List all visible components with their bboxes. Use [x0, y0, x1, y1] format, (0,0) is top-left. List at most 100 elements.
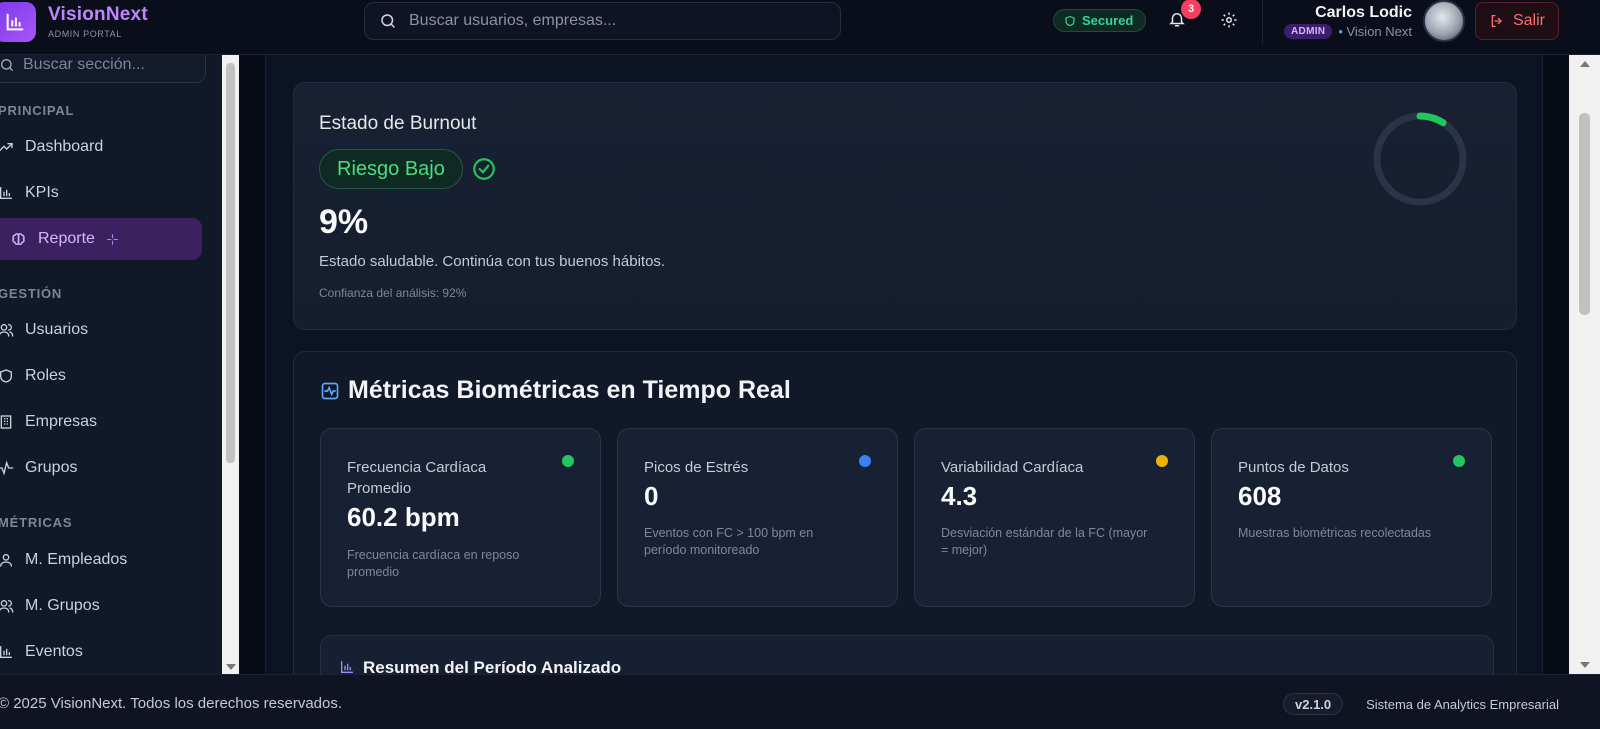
sidebar: PRINCIPAL Dashboard KPIs Reporte GESTIÓN… [0, 55, 222, 674]
sidebar-item-label: Roles [25, 367, 66, 384]
check-circle-icon [473, 158, 495, 180]
sidebar-item-m-empleados[interactable]: M. Empleados [0, 539, 206, 581]
version-badge: v2.1.0 [1283, 693, 1344, 715]
sidebar-item-label: M. Grupos [25, 597, 100, 614]
global-search-input[interactable] [409, 12, 809, 30]
status-dot [1156, 455, 1168, 467]
sidebar-item-dashboard[interactable]: Dashboard [0, 126, 206, 168]
role-badge: ADMIN [1284, 24, 1333, 39]
main-content: Estado de Burnout Riesgo Bajo 9% Estado … [239, 55, 1569, 674]
sidebar-item-m-grupos[interactable]: M. Grupos [0, 585, 206, 627]
sidebar-item-label: Dashboard [25, 138, 104, 155]
brand-subtitle: ADMIN PORTAL [48, 29, 122, 39]
building-icon [0, 415, 12, 429]
logout-button[interactable]: Salir [1475, 2, 1559, 40]
metric-label: Frecuencia Cardíaca Promedio [347, 459, 487, 497]
search-icon [381, 14, 395, 28]
main-scrollbar-thumb[interactable] [1579, 113, 1590, 315]
burnout-card: Estado de Burnout Riesgo Bajo 9% Estado … [293, 82, 1517, 330]
biometrics-card: Métricas Biométricas en Tiempo Real Frec… [293, 351, 1517, 674]
metric-value: 608 [1238, 481, 1282, 511]
bar-chart-icon [6, 13, 24, 31]
sparkles-icon [107, 233, 118, 245]
sidebar-search[interactable] [0, 55, 206, 83]
global-search[interactable] [364, 2, 841, 40]
metric-label: Puntos de Datos [1238, 459, 1349, 476]
burnout-percent: 9% [319, 203, 369, 241]
burnout-confidence: Confianza del análisis: 92% [319, 286, 467, 300]
user-icon [0, 554, 12, 567]
metric-card-stress-peaks: Picos de Estrés 0 Eventos con FC > 100 b… [617, 428, 898, 607]
sidebar-item-label: Empresas [25, 413, 98, 430]
avatar[interactable] [1423, 0, 1465, 42]
metric-note: Eventos con FC > 100 bpm en período moni… [644, 526, 814, 557]
users-icon [0, 324, 14, 337]
scroll-up-arrow[interactable] [1580, 61, 1590, 67]
sidebar-scrollbar[interactable] [222, 55, 239, 674]
footer: © 2025 VisionNext. Todos los derechos re… [0, 674, 1600, 729]
logo[interactable] [0, 2, 36, 42]
metric-note: Frecuencia cardíaca en reposo promedio [347, 548, 520, 579]
metric-card-heart-rate: Frecuencia Cardíaca Promedio 60.2 bpm Fr… [320, 428, 601, 607]
period-summary-card: Resumen del Período Analizado [320, 635, 1494, 674]
brand-name: VisionNext [48, 4, 148, 25]
search-icon [1, 58, 13, 71]
copyright-text: © 2025 VisionNext. Todos los derechos re… [0, 695, 343, 712]
shield-icon [0, 369, 12, 383]
sidebar-item-label: Usuarios [25, 321, 89, 338]
brain-icon [12, 232, 25, 245]
scroll-down-arrow[interactable] [226, 664, 236, 670]
status-dot [859, 455, 871, 467]
sidebar-item-label: Eventos [25, 643, 83, 660]
settings-button[interactable] [1220, 11, 1238, 34]
sidebar-item-kpis[interactable]: KPIs [0, 172, 206, 214]
system-name: Sistema de Analytics Empresarial [1366, 697, 1559, 712]
sidebar-item-label: KPIs [25, 184, 59, 201]
user-name: Carlos Lodic [1315, 4, 1412, 21]
burnout-progress-ring [1373, 112, 1467, 206]
sidebar-item-eventos[interactable]: Eventos [0, 631, 206, 673]
users-icon [0, 600, 14, 613]
sidebar-item-reporte[interactable]: Reporte [0, 218, 202, 260]
risk-badge: Riesgo Bajo [319, 149, 463, 189]
metric-note: Muestras biométricas recolectadas [1238, 526, 1432, 540]
section-label-metricas: MÉTRICAS [0, 515, 73, 530]
bar-chart-icon [341, 661, 353, 673]
sidebar-item-label: M. Empleados [25, 551, 128, 568]
metric-label: Variabilidad Cardíaca [941, 459, 1084, 476]
sidebar-scrollbar-thumb[interactable] [226, 63, 235, 463]
sidebar-item-label: Reporte [38, 230, 95, 247]
logout-icon [1491, 15, 1502, 27]
section-label-gestion: GESTIÓN [0, 286, 63, 301]
sidebar-search-input[interactable] [23, 56, 193, 74]
sidebar-item-empresas[interactable]: Empresas [0, 401, 206, 443]
user-org: • Vision Next [1338, 24, 1412, 39]
sidebar-item-grupos[interactable]: Grupos [0, 447, 206, 489]
bar-chart-icon [0, 187, 12, 199]
sidebar-item-label: Grupos [25, 459, 78, 476]
metric-card-data-points: Puntos de Datos 608 Muestras biométricas… [1211, 428, 1492, 607]
burnout-description: Estado saludable. Continúa con tus bueno… [319, 253, 666, 270]
trending-up-icon [0, 143, 13, 151]
activity-icon [0, 460, 14, 476]
activity-square-icon [321, 382, 339, 400]
main-scrollbar[interactable] [1569, 55, 1600, 674]
sidebar-item-roles[interactable]: Roles [0, 355, 206, 397]
report-container: Estado de Burnout Riesgo Bajo 9% Estado … [265, 55, 1543, 674]
metric-label: Picos de Estrés [644, 459, 749, 476]
logout-label: Salir [1512, 12, 1545, 29]
scroll-down-arrow[interactable] [1580, 662, 1590, 668]
shield-icon [1065, 15, 1075, 26]
status-dot [1453, 455, 1465, 467]
top-bar: VisionNext ADMIN PORTAL Secured 3 Carlos… [0, 0, 1600, 55]
gear-icon [1221, 12, 1237, 28]
header-divider [1262, 0, 1263, 44]
sidebar-item-usuarios[interactable]: Usuarios [0, 309, 206, 351]
secured-label: Secured [1082, 13, 1134, 28]
period-summary-title: Resumen del Período Analizado [363, 658, 622, 674]
metric-value: 0 [644, 481, 659, 511]
metric-card-heart-variability: Variabilidad Cardíaca 4.3 Desviación est… [914, 428, 1195, 607]
metric-value: 4.3 [941, 481, 978, 511]
metric-note: Desviación estándar de la FC (mayor = me… [941, 526, 1148, 557]
status-dot [562, 455, 574, 467]
